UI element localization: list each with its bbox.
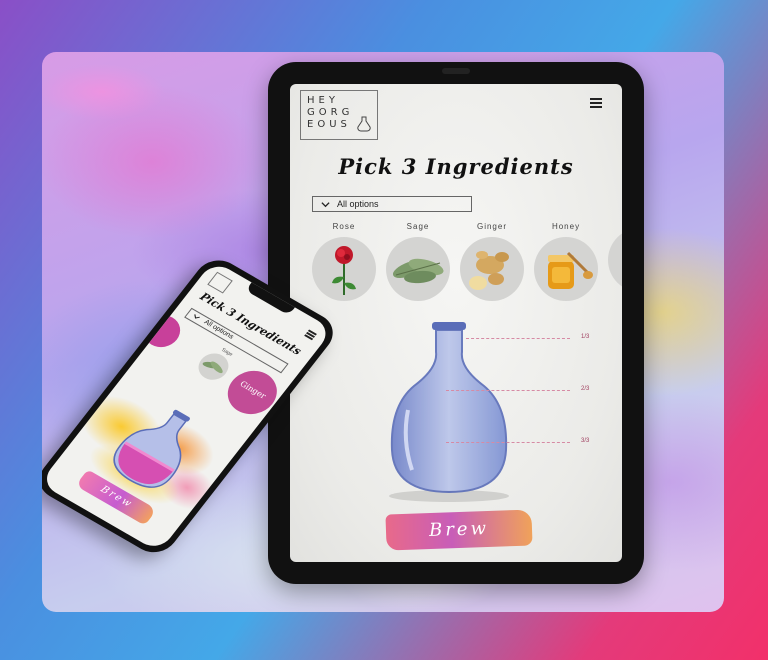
level-label-2: 2/3 (581, 386, 590, 392)
level-line-3 (446, 442, 570, 443)
page-title: Pick 3 Ingredients (338, 154, 574, 179)
brand-logo-small[interactable] (207, 271, 233, 294)
chevron-down-icon (321, 202, 330, 208)
hamburger-menu-icon[interactable] (304, 329, 317, 340)
dropdown-value: All options (337, 199, 379, 209)
ingredient-rose[interactable]: Rose (312, 222, 376, 301)
ingredient-ginger[interactable]: Ginger (460, 222, 524, 301)
ingredient-label: Honey (551, 222, 581, 231)
rose-icon (312, 237, 376, 301)
chevron-down-icon (194, 314, 200, 319)
ingredient-more[interactable] (608, 222, 622, 292)
logo-line-1: HEY (307, 95, 339, 106)
level-label-1: 1/3 (581, 334, 590, 340)
ginger-icon (460, 237, 524, 301)
options-dropdown[interactable]: All options (312, 196, 472, 212)
level-line-1 (466, 338, 570, 339)
ingredient-label: Rose (332, 222, 356, 231)
honey-icon (534, 237, 598, 301)
showcase-card: HEY GORG EOUS Pick 3 Ingredients All opt… (42, 52, 724, 612)
ingredient-label: Ginger (476, 222, 507, 231)
potion-jar-image (389, 322, 509, 502)
tablet-camera (442, 68, 470, 74)
tablet-screen: HEY GORG EOUS Pick 3 Ingredients All opt… (290, 84, 622, 562)
more-ingredient-icon (608, 228, 622, 292)
ingredient-sage[interactable]: Sage (386, 222, 450, 301)
ingredient-label: Sage (406, 222, 430, 231)
level-line-2 (446, 390, 570, 391)
brew-button[interactable]: Brew (385, 509, 533, 551)
hamburger-menu-icon[interactable] (590, 98, 602, 108)
ingredient-honey[interactable]: Honey (534, 222, 598, 301)
sage-icon (386, 237, 450, 301)
phone-dropdown-value: All options (202, 318, 235, 341)
level-label-3: 3/3 (581, 438, 590, 444)
phone-ingredient-left[interactable] (136, 309, 188, 354)
flask-icon (357, 116, 371, 132)
brand-logo[interactable]: HEY GORG EOUS (300, 90, 378, 140)
